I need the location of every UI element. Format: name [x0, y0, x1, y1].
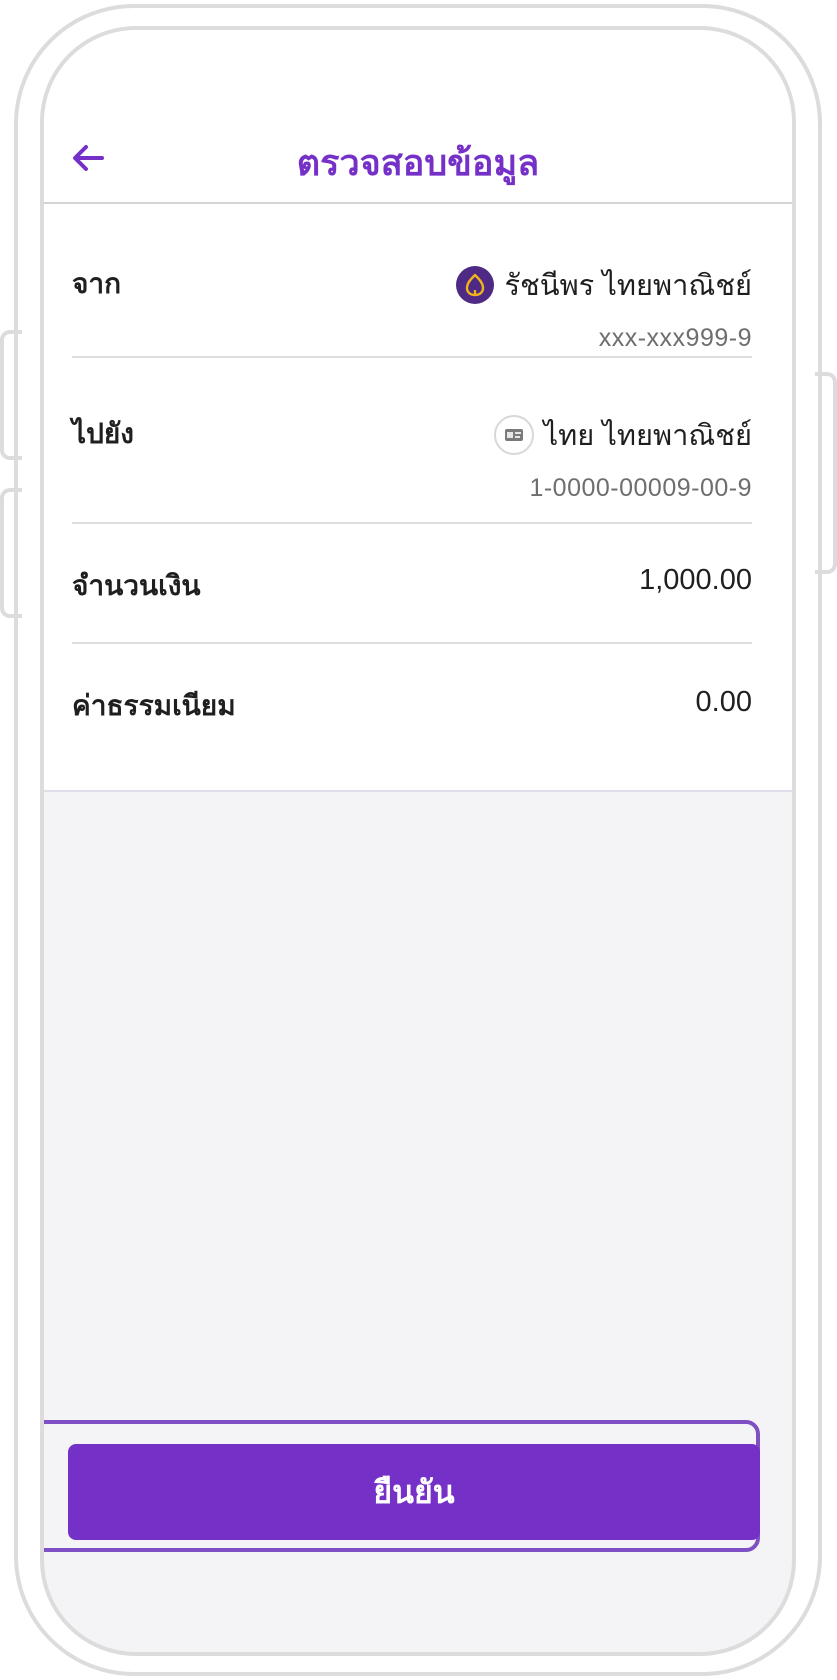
- header: ตรวจสอบข้อมูล: [44, 30, 792, 204]
- from-label: จาก: [72, 268, 122, 299]
- to-row: ไปยัง ไทย ไทยพาณิชย์ 1-0000-00009-00-9: [72, 356, 752, 524]
- to-label: ไปยัง: [72, 418, 134, 449]
- confirm-button[interactable]: ยืนยัน: [68, 1444, 760, 1540]
- details-panel: ตรวจสอบข้อมูล จาก รัชนีพร ไทยพาณิชย์ xxx…: [44, 30, 792, 792]
- to-account: 1-0000-00009-00-9: [529, 474, 752, 502]
- amount-label: จำนวนเงิน: [72, 570, 201, 601]
- from-account: xxx-xxx999-9: [598, 324, 752, 352]
- bank-logo-icon: [456, 266, 495, 304]
- to-details: ไทย ไทยพาณิชย์ 1-0000-00009-00-9: [493, 412, 752, 503]
- fee-value: 0.00: [695, 686, 752, 718]
- fee-label: ค่าธรรมเนียม: [72, 690, 236, 721]
- from-details: รัชนีพร ไทยพาณิชย์ xxx-xxx999-9: [456, 262, 752, 353]
- fee-row: ค่าธรรมเนียม 0.00: [72, 642, 752, 762]
- from-row: จาก รัชนีพร ไทยพาณิชย์ xxx-xxx999-9: [72, 204, 752, 358]
- amount-value: 1,000.00: [639, 564, 752, 596]
- phone-screen: ตรวจสอบข้อมูล จาก รัชนีพร ไทยพาณิชย์ xxx…: [40, 26, 796, 1656]
- page-title: ตรวจสอบข้อมูล: [296, 142, 540, 183]
- id-card-icon: [493, 415, 534, 455]
- to-name: ไทย ไทยพาณิชย์: [543, 420, 752, 452]
- from-name: รัชนีพร ไทยพาณิชย์: [504, 270, 752, 302]
- amount-row: จำนวนเงิน 1,000.00: [72, 522, 752, 644]
